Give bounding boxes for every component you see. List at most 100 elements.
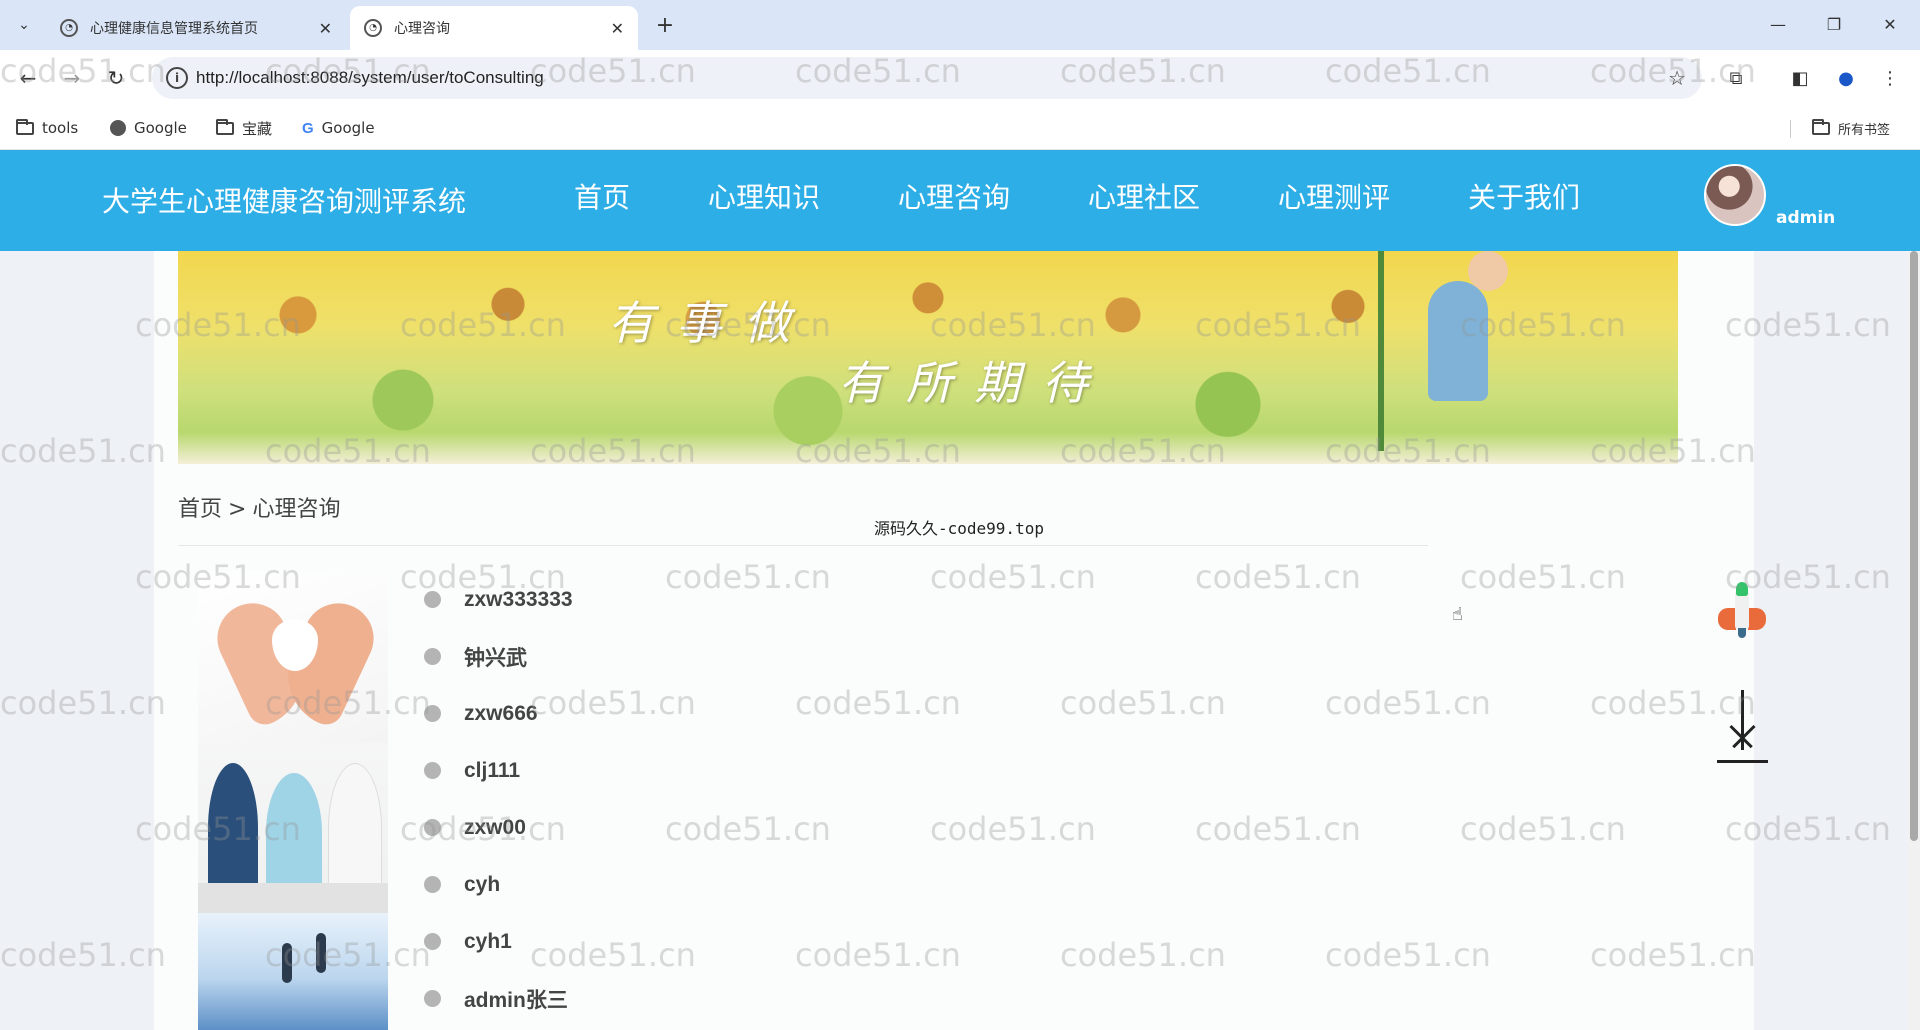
- bullet-icon: [424, 648, 441, 665]
- bookmarks-bar: tools Google 宝藏 G Google 所有书签: [0, 106, 1920, 150]
- counselor-item[interactable]: zxw00: [424, 799, 1024, 856]
- page-scrollbar[interactable]: [1908, 251, 1920, 1030]
- bookmark-label: Google: [134, 119, 187, 137]
- main-content: 有事做 有所期待 首页 > 心理咨询 源码久久-code99.top zxw33…: [154, 251, 1754, 1030]
- download-arrow-icon[interactable]: [1715, 690, 1770, 770]
- counselor-item[interactable]: admin张三: [424, 970, 1024, 1027]
- counselor-item[interactable]: clj111: [424, 742, 1024, 799]
- tab-search-button[interactable]: ⌄: [8, 9, 40, 41]
- close-tab-icon[interactable]: ✕: [319, 19, 332, 38]
- nav-knowledge[interactable]: 心理知识: [708, 176, 820, 216]
- counselor-name[interactable]: cyh1: [464, 930, 512, 954]
- counselor-name[interactable]: clj111: [464, 759, 520, 783]
- nav-consulting[interactable]: 心理咨询: [898, 176, 1010, 216]
- url-text[interactable]: http://localhost:8088/system/user/toCons…: [196, 68, 544, 88]
- browser-toolbar: ← → ↻ i http://localhost:8088/system/use…: [0, 50, 1920, 106]
- bullet-icon: [424, 876, 441, 893]
- bookmarks-divider: [1790, 120, 1791, 138]
- counseling-session-image: [198, 743, 388, 913]
- bookmark-label: tools: [42, 119, 79, 137]
- all-bookmarks[interactable]: 所有书签: [1812, 116, 1890, 140]
- counselor-name[interactable]: admin张三: [464, 984, 568, 1014]
- all-bookmarks-label: 所有书签: [1838, 122, 1891, 138]
- counselor-item[interactable]: 钟兴武: [424, 628, 1024, 685]
- close-tab-icon[interactable]: ✕: [611, 19, 624, 38]
- user-name[interactable]: admin: [1776, 208, 1835, 228]
- counselor-name[interactable]: cyh: [464, 873, 500, 897]
- address-bar[interactable]: i http://localhost:8088/system/user/toCo…: [152, 57, 1702, 99]
- bullet-icon: [424, 990, 441, 1007]
- avatar[interactable]: [1704, 164, 1766, 226]
- tab-home-page[interactable]: ◔ 心理健康信息管理系统首页 ✕: [46, 6, 346, 50]
- site-title: 大学生心理健康咨询测评系统: [102, 185, 467, 218]
- folder-icon: [16, 118, 34, 135]
- bullet-icon: [424, 591, 441, 608]
- minimize-window-button[interactable]: —: [1758, 8, 1798, 40]
- nav-home[interactable]: 首页: [574, 176, 630, 216]
- nav-community[interactable]: 心理社区: [1088, 176, 1200, 216]
- reload-icon[interactable]: ↻: [100, 62, 132, 94]
- extensions-icon[interactable]: ⧉: [1722, 64, 1750, 92]
- banner-line-2: 有所期待: [838, 356, 1110, 410]
- counselor-item[interactable]: zxw666: [424, 685, 1024, 742]
- new-tab-button[interactable]: +: [650, 10, 680, 40]
- breadcrumb-home[interactable]: 首页: [178, 497, 222, 522]
- banner-line-1: 有事做: [608, 296, 812, 350]
- hand-cursor-icon: ☝: [1452, 604, 1463, 625]
- bookmark-label: Google: [321, 119, 375, 137]
- bookmark-tools[interactable]: tools: [16, 116, 78, 140]
- bullet-icon: [424, 762, 441, 779]
- counselor-name[interactable]: zxw666: [464, 702, 538, 726]
- counselor-item[interactable]: cyh: [424, 856, 1024, 913]
- counselor-name[interactable]: 钟兴武: [464, 642, 527, 672]
- counselor-item[interactable]: zxw333333: [424, 571, 1024, 628]
- web-page: 大学生心理健康咨询测评系统 首页 心理知识 心理咨询 心理社区 心理测评 关于我…: [0, 150, 1920, 1030]
- restore-window-button[interactable]: ❐: [1814, 8, 1854, 40]
- breadcrumb: 首页 > 心理咨询: [178, 491, 340, 523]
- bullet-icon: [424, 819, 441, 836]
- tab-consulting[interactable]: ◔ 心理咨询 ✕: [350, 6, 638, 50]
- bullet-icon: [424, 705, 441, 722]
- counselor-name[interactable]: zxw00: [464, 816, 526, 840]
- site-favicon-icon: ◔: [364, 19, 382, 37]
- user-menu[interactable]: admin: [1700, 164, 1835, 236]
- banner-child-figure: [1348, 251, 1528, 451]
- close-window-button[interactable]: ✕: [1870, 8, 1910, 40]
- menu-kebab-icon[interactable]: ⋮: [1876, 64, 1904, 92]
- google-icon: G: [302, 119, 314, 137]
- back-arrow-icon[interactable]: ←: [12, 62, 44, 94]
- source-note: 源码久久-code99.top: [874, 519, 1044, 538]
- breadcrumb-separator: >: [228, 497, 247, 522]
- side-panel-icon[interactable]: ◧: [1786, 64, 1814, 92]
- divider: [178, 545, 1428, 546]
- bookmark-label: 宝藏: [242, 119, 273, 138]
- forward-arrow-icon[interactable]: →: [56, 62, 88, 94]
- bookmark-google-1[interactable]: Google: [110, 116, 187, 140]
- bookmark-star-icon[interactable]: ☆: [1668, 66, 1686, 90]
- counselor-list: zxw333333 钟兴武 zxw666 clj111 zxw00 cyh cy…: [424, 571, 1024, 1027]
- profile-icon[interactable]: ●: [1832, 64, 1860, 92]
- scrollbar-thumb[interactable]: [1910, 251, 1918, 841]
- business-people-image: [198, 913, 388, 1030]
- bullet-icon: [424, 933, 441, 950]
- site-info-icon[interactable]: i: [166, 67, 188, 89]
- counselor-item[interactable]: cyh1: [424, 913, 1024, 970]
- site-favicon-icon: ◔: [60, 19, 78, 37]
- counselor-name[interactable]: zxw333333: [464, 588, 573, 612]
- banner-image: 有事做 有所期待: [178, 251, 1678, 464]
- globe-icon: [110, 120, 126, 136]
- bookmark-google-2[interactable]: G Google: [302, 116, 375, 140]
- browser-tab-strip: ⌄ ◔ 心理健康信息管理系统首页 ✕ ◔ 心理咨询 ✕ + — ❐ ✕: [0, 0, 1920, 50]
- nav-about[interactable]: 关于我们: [1468, 176, 1580, 216]
- folder-icon: [216, 118, 234, 135]
- tab-title: 心理咨询: [394, 21, 450, 37]
- tab-title: 心理健康信息管理系统首页: [90, 21, 258, 37]
- heart-hands-image: [198, 571, 388, 743]
- breadcrumb-current: 心理咨询: [252, 497, 341, 522]
- bookmark-treasure[interactable]: 宝藏: [216, 116, 272, 140]
- side-images: [198, 571, 388, 1030]
- nav-assessment[interactable]: 心理测评: [1278, 176, 1390, 216]
- folder-icon: [1812, 118, 1830, 135]
- site-header: 大学生心理健康咨询测评系统 首页 心理知识 心理咨询 心理社区 心理测评 关于我…: [0, 150, 1920, 251]
- back-to-top-rocket-icon[interactable]: [1708, 582, 1778, 644]
